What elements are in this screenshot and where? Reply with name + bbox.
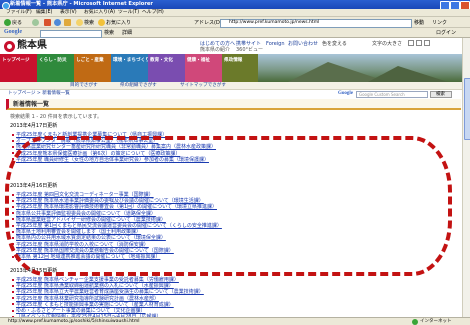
status-bar: http://www.pref.kumamoto.jp/soshiki/5/sh… <box>0 317 470 325</box>
menu-bar: ファイル(F) 編集(E) 表示(V) お気に入り(A) ツール(T) ヘルプ(… <box>0 9 470 17</box>
color-change-label[interactable]: 色を変える <box>322 41 347 47</box>
breadcrumb[interactable]: トップページ > 新着情報一覧 <box>8 91 70 97</box>
browser-toolbar: 戻る 検索 お気に入り アドレス(D) http://www.pref.kuma… <box>0 17 470 28</box>
news-bullet-icon <box>12 278 14 281</box>
news-bullet-icon <box>12 133 14 136</box>
address-value: http://www.pref.kumamoto.jp/news.html <box>229 20 320 25</box>
news-bullet-icon <box>12 145 14 148</box>
font-size-label[interactable]: 文字の大きさ <box>372 41 402 47</box>
news-item-link[interactable]: 平成25年度 熊本県林業研究指導所試験研究計画（農林水産部） <box>16 296 159 302</box>
mount-aso-banner-image <box>258 54 470 82</box>
home-icon <box>64 19 71 26</box>
nav-work[interactable]: しごと・産業 <box>74 54 112 82</box>
menu-edit[interactable]: 編集(E) <box>36 10 52 16</box>
nav-living[interactable]: くらし・防災 <box>37 54 75 82</box>
search-by-purpose-link[interactable]: 目的でさがす <box>70 83 98 89</box>
menu-favorites[interactable]: お気に入り(A) <box>84 10 115 16</box>
news-date-heading: 2013年4月17日更新 <box>10 123 58 129</box>
status-url: http://www.pref.kumamoto.jp/soshiki/5/sh… <box>8 319 140 324</box>
result-count-note: 検索結果 1 - 20 件目を表示しています。 <box>10 114 103 120</box>
links-button[interactable]: リンク <box>432 20 447 26</box>
google-login-button[interactable]: ログイン <box>436 30 456 36</box>
news-item-link[interactable]: 平成25年度 くまもと技能振興事業の実施について（産業人材育成課） <box>16 302 174 308</box>
refresh-icon <box>54 19 61 26</box>
address-bar[interactable]: http://www.pref.kumamoto.jp/news.html <box>220 19 412 28</box>
google-logo: Google <box>4 29 22 35</box>
banner-link-about[interactable]: 熊本県の紹介 <box>200 47 230 53</box>
go-button[interactable]: 移動 <box>414 20 424 26</box>
menu-file[interactable]: ファイル(F) <box>6 10 32 16</box>
window-title-bar: 新着情報一覧 - 熊本県庁 - Microsoft Internet Explo… <box>0 0 470 10</box>
kumamoto-logo-icon[interactable] <box>4 41 15 52</box>
menu-tools[interactable]: ツール(T) <box>118 10 139 16</box>
news-bullet-icon <box>12 152 14 155</box>
window-title: 新着情報一覧 - 熊本県庁 - Microsoft Internet Explo… <box>10 1 153 7</box>
news-bullet-icon <box>12 284 14 287</box>
menu-help[interactable]: ヘルプ(H) <box>142 10 164 16</box>
font-medium-icon[interactable] <box>416 40 422 46</box>
font-large-icon[interactable] <box>424 40 430 46</box>
refresh-button[interactable] <box>54 19 61 26</box>
site-search-input[interactable]: Google Custom Search <box>356 91 428 98</box>
news-bullet-icon <box>12 297 14 300</box>
address-label: アドレス(D) <box>194 20 222 26</box>
site-search-button[interactable]: 検索 <box>430 91 452 98</box>
news-bullet-icon <box>12 303 14 306</box>
news-bullet-icon <box>12 309 14 312</box>
site-header: 熊本県 はじめての方へ 携帯サイト Foreign お問い合わせ 色を変える 文… <box>0 38 470 54</box>
nav-education[interactable]: 教育・文化 <box>148 54 186 82</box>
page-title: 新着情報一覧 <box>13 101 50 108</box>
forward-arrow-icon <box>32 19 39 26</box>
top-link-contact[interactable]: お問い合わせ <box>288 41 318 47</box>
security-zone: インターネット <box>420 319 452 324</box>
google-search-input[interactable] <box>40 30 102 38</box>
internet-zone-icon <box>412 319 418 325</box>
google-search-button[interactable]: 検索 <box>104 30 114 36</box>
stop-button[interactable] <box>44 19 51 26</box>
scrollbar-thumb[interactable] <box>464 78 470 140</box>
news-bullet-icon <box>12 290 14 293</box>
star-icon <box>98 19 105 26</box>
page-title-bar: 新着情報一覧 <box>6 99 461 110</box>
nav-top[interactable]: トップページ <box>0 54 38 82</box>
google-toolbar: Google 検索 詳細 ログイン <box>0 28 470 38</box>
search-by-organization-link[interactable]: 県の組織でさがす <box>120 83 157 89</box>
nav-prefecture-info[interactable]: 県政情報 <box>222 54 259 82</box>
font-small-icon[interactable] <box>408 40 414 46</box>
back-arrow-icon <box>4 19 11 26</box>
site-logo-text[interactable]: 熊本県 <box>17 40 47 52</box>
news-item-link[interactable]: 平成25年度 熊本県立大学農業経営者育成講座受講生の募集について（農業技術課） <box>16 289 204 295</box>
back-button[interactable]: 戻る <box>4 19 22 26</box>
search-icon <box>76 19 83 26</box>
home-button[interactable] <box>64 19 71 26</box>
menu-view[interactable]: 表示(V) <box>60 10 77 16</box>
highlight-annotation <box>5 136 452 276</box>
banner-link-360-view[interactable]: 360°ビュー <box>236 47 263 53</box>
nav-environment[interactable]: 環境・まちづくり <box>111 54 150 82</box>
search-by-sitemap-link[interactable]: サイトマップでさがす <box>180 83 226 89</box>
favorites-button[interactable]: お気に入り <box>98 19 131 26</box>
forward-button[interactable] <box>32 19 39 26</box>
google-site-search-logo: Google <box>338 91 353 96</box>
google-more-button[interactable]: 詳細 <box>122 30 132 36</box>
sub-navigation: 目的でさがす 県の組織でさがす サイトマップでさがす <box>0 82 470 90</box>
vertical-scrollbar[interactable] <box>462 38 470 317</box>
nav-health[interactable]: 健康・福祉 <box>185 54 223 82</box>
breadcrumb-bar: トップページ > 新着情報一覧 Google Google Custom Sea… <box>0 90 470 99</box>
stop-icon <box>44 19 51 26</box>
search-button[interactable]: 検索 <box>76 19 94 26</box>
news-bullet-icon <box>12 139 14 142</box>
top-link-foreign[interactable]: Foreign <box>266 41 285 47</box>
